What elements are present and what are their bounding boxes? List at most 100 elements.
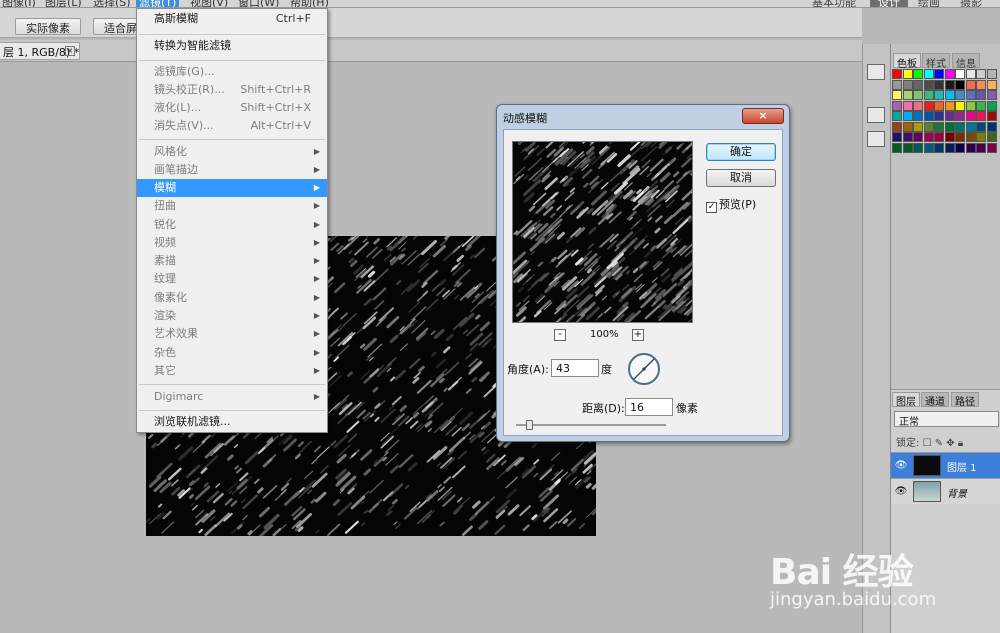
color-swatch[interactable] — [902, 79, 913, 90]
color-swatch[interactable] — [902, 142, 913, 153]
color-swatch[interactable] — [955, 79, 965, 90]
color-swatch[interactable] — [965, 132, 976, 142]
color-swatch[interactable] — [944, 121, 955, 132]
angle-dial[interactable] — [628, 353, 660, 385]
color-swatch[interactable] — [913, 90, 923, 100]
history-icon[interactable] — [867, 107, 885, 123]
menu-image[interactable]: 图像(I) — [2, 0, 36, 7]
menu-filter[interactable]: 滤镜(T) — [136, 0, 180, 7]
workspace-design[interactable]: 设计 — [870, 0, 908, 7]
tab-layers[interactable]: 图层 — [892, 392, 920, 408]
menu-view[interactable]: 视图(V) — [190, 0, 228, 7]
color-swatch[interactable] — [913, 79, 923, 90]
color-swatch[interactable] — [944, 132, 955, 142]
color-swatch[interactable] — [934, 111, 944, 121]
mask-icon[interactable] — [867, 131, 885, 147]
workspace-photography[interactable]: 摄影 — [960, 0, 982, 7]
tab-swatches[interactable]: 色板 — [893, 53, 921, 70]
ok-button[interactable]: 确定 — [706, 143, 776, 161]
color-swatch[interactable] — [944, 142, 955, 153]
lock-all-icon[interactable]: 🔒︎ — [958, 438, 963, 449]
color-swatch[interactable] — [944, 100, 955, 111]
color-swatch[interactable] — [965, 111, 976, 121]
color-swatch[interactable] — [986, 142, 997, 153]
color-swatch[interactable] — [944, 79, 955, 90]
menu-item-sharpen[interactable]: 锐化 ▶ — [137, 216, 327, 234]
menu-item-lens-correction[interactable]: 镜头校正(R)... Shift+Ctrl+R — [137, 81, 327, 99]
menu-item-other[interactable]: 其它 ▶ — [137, 362, 327, 380]
layer-row-background[interactable]: 👁︎ 背景 — [891, 478, 1000, 504]
preview-checkbox[interactable]: ✓ 预览(P) — [706, 196, 756, 213]
menu-layer[interactable]: 图层(L) — [45, 0, 82, 7]
color-swatch[interactable] — [923, 90, 934, 100]
color-swatch[interactable] — [986, 121, 997, 132]
color-swatch[interactable] — [923, 79, 934, 90]
lock-transparent-icon[interactable]: ☐ — [923, 438, 932, 449]
menu-item-render[interactable]: 渲染 ▶ — [137, 307, 327, 325]
color-swatch[interactable] — [934, 79, 944, 90]
color-swatch[interactable] — [902, 121, 913, 132]
workspace-essentials[interactable]: 基本功能 — [812, 0, 856, 7]
color-swatch[interactable] — [892, 142, 902, 153]
menu-item-distort[interactable]: 扭曲 ▶ — [137, 197, 327, 215]
color-swatch[interactable] — [986, 111, 997, 121]
color-swatch[interactable] — [955, 121, 965, 132]
color-swatch[interactable] — [892, 121, 902, 132]
menu-item-vanishing-point[interactable]: 消失点(V)... Alt+Ctrl+V — [137, 117, 327, 135]
color-swatch[interactable] — [955, 111, 965, 121]
color-swatch[interactable] — [976, 121, 986, 132]
color-swatch[interactable] — [923, 111, 934, 121]
color-swatch[interactable] — [913, 142, 923, 153]
color-swatch[interactable] — [965, 142, 976, 153]
tab-channels[interactable]: 通道 — [921, 392, 949, 408]
color-swatch[interactable] — [944, 69, 955, 79]
actual-pixels-button[interactable]: 实际像素 — [15, 18, 81, 35]
color-swatch[interactable] — [965, 79, 976, 90]
cancel-button[interactable]: 取消 — [706, 169, 776, 187]
color-swatch[interactable] — [955, 132, 965, 142]
menu-item-browse-online-filters[interactable]: 浏览联机滤镜... — [137, 413, 327, 431]
workspace-painting[interactable]: 绘画 — [918, 0, 940, 7]
color-swatch[interactable] — [892, 69, 902, 79]
color-swatch[interactable] — [892, 100, 902, 111]
eye-icon[interactable]: 👁︎ — [894, 485, 908, 499]
distance-slider-track[interactable] — [516, 424, 666, 426]
color-swatch[interactable] — [934, 121, 944, 132]
checkbox-box[interactable]: ✓ — [706, 202, 717, 213]
menu-item-convert-smart-filter[interactable]: 转换为智能滤镜 — [137, 37, 327, 55]
menu-item-sketch[interactable]: 素描 ▶ — [137, 252, 327, 270]
color-swatch[interactable] — [923, 100, 934, 111]
menu-item-filter-gallery[interactable]: 滤镜库(G)... — [137, 63, 327, 81]
color-swatch[interactable] — [892, 79, 902, 90]
color-swatch[interactable] — [955, 90, 965, 100]
document-tab[interactable]: 层 1, RGB/8) * × — [0, 42, 80, 60]
tab-styles[interactable]: 样式 — [922, 53, 950, 70]
angle-input[interactable]: 43 — [551, 359, 599, 377]
color-swatch[interactable] — [923, 142, 934, 153]
color-swatch[interactable] — [976, 132, 986, 142]
menu-item-brush-strokes[interactable]: 画笔描边 ▶ — [137, 161, 327, 179]
menu-item-stylize[interactable]: 风格化 ▶ — [137, 143, 327, 161]
color-swatch[interactable] — [934, 100, 944, 111]
zoom-out-button[interactable]: - — [554, 329, 566, 341]
color-swatch[interactable] — [934, 132, 944, 142]
color-swatch[interactable] — [944, 111, 955, 121]
color-swatch[interactable] — [986, 69, 997, 79]
tab-paths[interactable]: 路径 — [951, 392, 979, 408]
menu-item-blur[interactable]: 模糊 ▶ — [137, 179, 327, 197]
color-swatch[interactable] — [923, 121, 934, 132]
eye-icon[interactable]: 👁︎ — [894, 459, 908, 473]
color-swatch[interactable] — [965, 69, 976, 79]
color-swatch[interactable] — [934, 142, 944, 153]
menu-item-gaussian-blur[interactable]: 高斯模糊 Ctrl+F — [137, 10, 327, 28]
color-swatch[interactable] — [902, 90, 913, 100]
close-icon[interactable]: × — [742, 108, 784, 124]
color-swatch[interactable] — [944, 90, 955, 100]
color-swatch[interactable] — [986, 132, 997, 142]
color-swatch[interactable] — [923, 132, 934, 142]
zoom-in-button[interactable]: + — [632, 329, 644, 341]
blend-mode-select[interactable]: 正常 — [894, 411, 999, 428]
layer-row-layer-1[interactable]: 👁︎ 图层 1 — [891, 452, 1000, 478]
tab-info[interactable]: 信息 — [952, 53, 980, 70]
color-swatch[interactable] — [913, 132, 923, 142]
